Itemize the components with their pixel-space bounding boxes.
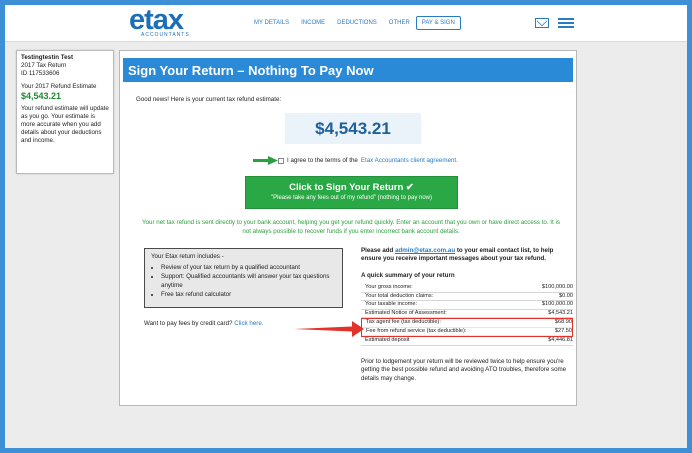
credit-card-option: Want to pay fees by credit card? Click h… [144,320,263,327]
menu-icon[interactable] [558,18,574,28]
sign-return-panel: Sign Your Return – Nothing To Pay Now Go… [119,50,577,406]
includes-item: Review of your tax return by a qualified… [161,263,336,272]
agree-checkbox[interactable] [278,157,284,164]
intro-text: Good news! Here is your current tax refu… [136,96,282,103]
estimate-label: Your 2017 Refund Estimate [21,83,97,90]
logo-subtext: ACCOUNTANTS [141,32,190,38]
email-note-before: Please add [361,247,394,254]
refund-amount: $4,543.21 [285,113,421,144]
nav-other[interactable]: OTHER [383,16,416,30]
refund-service-fee-row: Fee from refund service (tax deductible)… [362,328,572,336]
includes-title: Your Etax return includes - [151,253,224,260]
nav-my-details[interactable]: MY DETAILS [248,16,295,30]
sign-button-sublabel: "Please take any fees out of my refund" … [270,195,433,201]
includes-box: Your Etax return includes - Review of yo… [144,248,343,308]
etax-logo[interactable]: etax ACCOUNTANTS [129,5,209,40]
lodgement-note: Prior to lodgement your return will be r… [361,357,567,382]
user-id: ID 117533606 [21,70,60,77]
tax-agent-fee-row: Tax agent fee (tax deductible): $68.90 [362,319,572,328]
client-agreement-link[interactable]: Etax Accountants client agreement. [361,157,458,164]
nav-deductions[interactable]: DEDUCTIONS [331,16,383,30]
email-contact-note: Please add admin@etax.com.au to your ema… [361,247,573,263]
estimate-note: Your refund estimate will update as you … [21,105,109,144]
green-arrow-icon [253,156,278,165]
summary-row: Your total deduction claims: $0.00 [361,293,573,301]
summary-row: Your taxable income: $100,000.00 [361,301,573,310]
credit-card-text: Want to pay fees by credit card? [144,320,233,327]
agreement-row: I agree to the terms of the Etax Account… [278,157,458,164]
summary-title: A quick summary of your return [361,272,455,279]
page-title: Sign Your Return – Nothing To Pay Now [123,58,573,82]
admin-email-link[interactable]: admin@etax.com.au [395,247,455,254]
summary-row: Estimated Notice of Assessment: $4,543.21 [361,310,573,318]
credit-card-link[interactable]: Click here. [234,320,263,327]
summary-column: Please add admin@etax.com.au to your ema… [361,247,573,383]
bank-account-notice: Your net tax refund is sent directly to … [142,219,560,235]
mail-icon[interactable] [535,18,549,28]
refund-estimate-sidebar: Testingtestin Test 2017 Tax Return ID 11… [16,50,114,174]
tax-return-year: 2017 Tax Return [21,62,67,69]
sign-button-label: Click to Sign Your Return ✔ [289,182,414,193]
agree-text: I agree to the terms of the [287,157,358,164]
sign-return-button[interactable]: Click to Sign Your Return ✔ "Please take… [245,176,458,209]
app-page: etax ACCOUNTANTS MY DETAILS INCOME DEDUC… [5,5,687,448]
includes-item: Free tax refund calculator [161,290,336,299]
nav-pay-sign[interactable]: PAY & SIGN [415,16,461,30]
estimated-deposit-row: Estimated deposit $4,446.81 [361,337,573,346]
includes-item: Support: Qualified accountants will answ… [161,272,336,290]
nav-income[interactable]: INCOME [295,16,331,30]
summary-table: Your gross income: $100,000.00 Your total… [361,284,573,346]
red-arrow-icon [294,321,364,337]
top-navigation-bar: etax ACCOUNTANTS MY DETAILS INCOME DEDUC… [5,5,687,42]
fees-highlight-box: Tax agent fee (tax deductible): $68.90 Fe… [361,318,573,337]
sidebar-refund-amount: $4,543.21 [21,91,62,101]
summary-row: Your gross income: $100,000.00 [361,284,573,293]
user-name: Testingtestin Test [21,54,74,61]
main-nav: MY DETAILS INCOME DEDUCTIONS OTHER PAY &… [248,16,461,30]
